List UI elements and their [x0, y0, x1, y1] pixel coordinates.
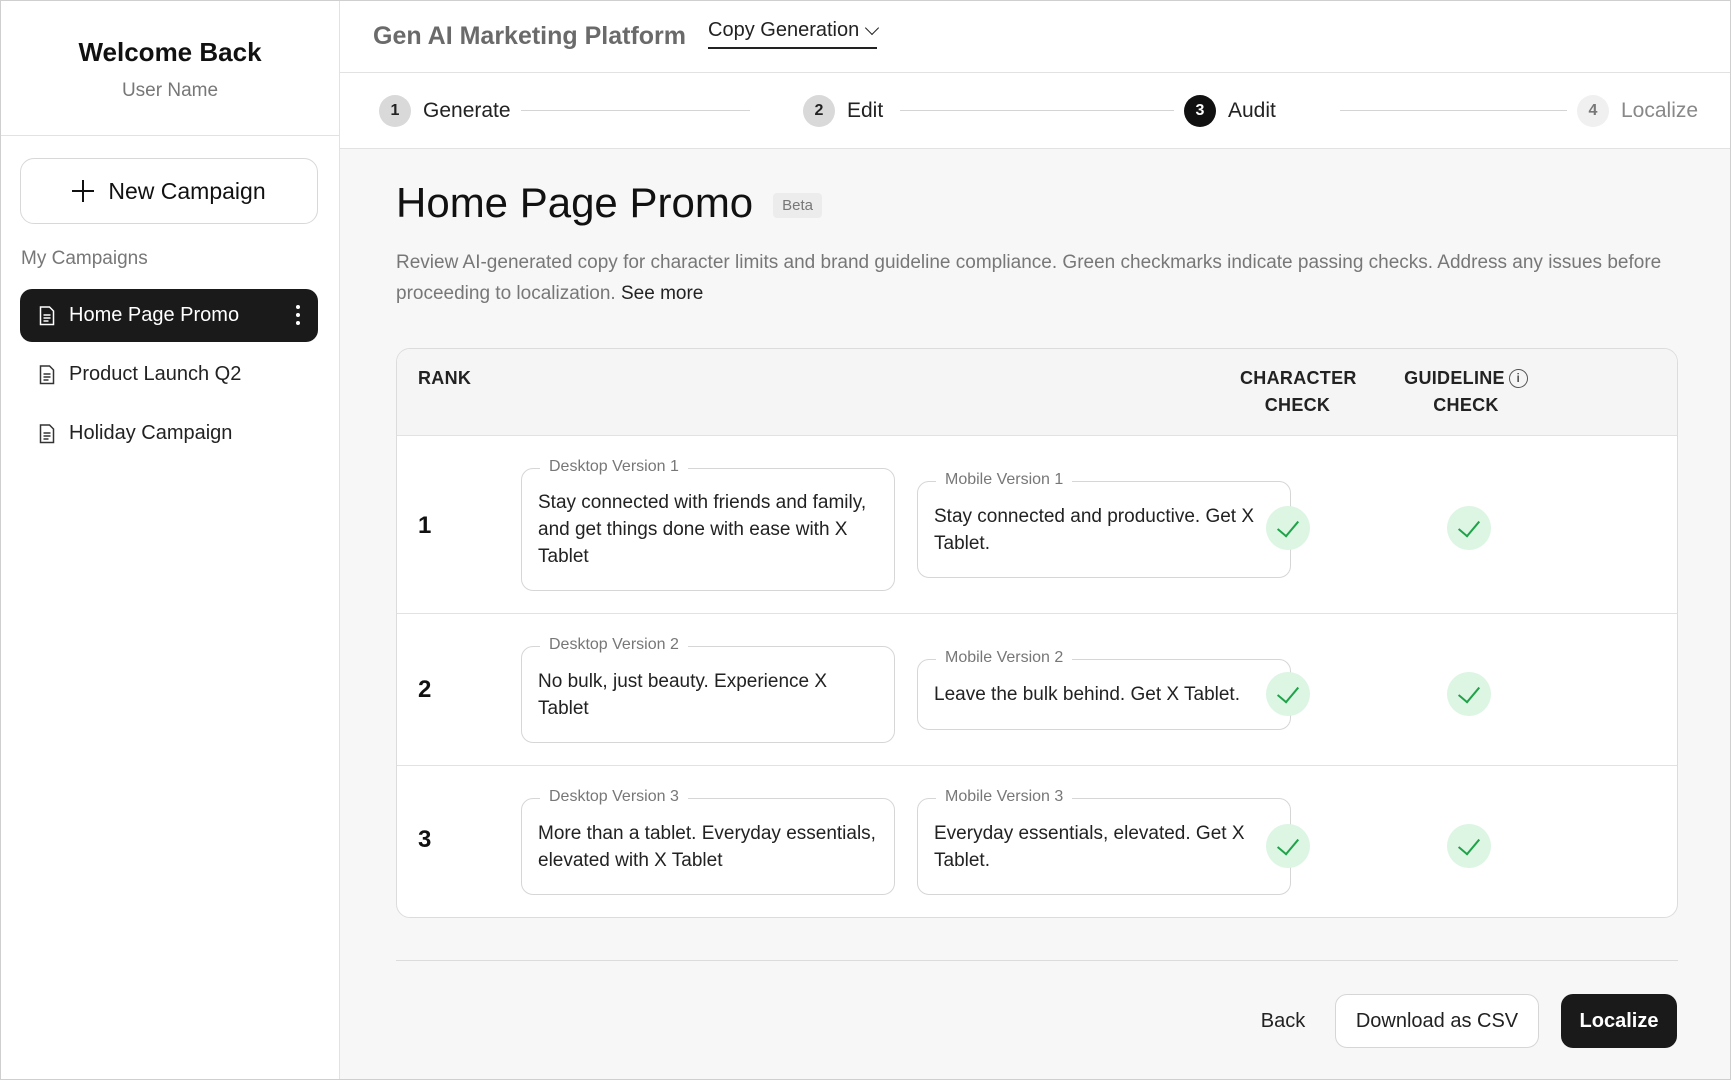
app-window: Welcome Back User Name New Campaign My C… [0, 0, 1731, 1080]
step-generate[interactable]: 1 Generate [369, 93, 521, 129]
step-edit[interactable]: 2 Edit [793, 93, 894, 129]
new-campaign-label: New Campaign [108, 177, 266, 204]
table-row: 3 Desktop Version 3 More than a tablet. … [397, 766, 1677, 917]
field-text: Stay connected with friends and family, … [538, 492, 867, 567]
guideline-check-pass-icon [1447, 824, 1491, 868]
document-icon [39, 364, 55, 385]
campaigns-section-label: My Campaigns [21, 248, 148, 269]
header-text: CHARACTER [1240, 368, 1357, 388]
character-check-pass-icon [1266, 672, 1310, 716]
field-label: Mobile Version 1 [936, 469, 1073, 491]
sidebar: Welcome Back User Name New Campaign My C… [1, 1, 340, 1079]
field-label: Desktop Version 3 [540, 786, 688, 808]
campaign-item-label: Home Page Promo [69, 304, 240, 326]
row-rank: 3 [418, 826, 432, 853]
mode-dropdown-value: Copy Generation [708, 18, 860, 41]
campaign-item-label: Product Launch Q2 [69, 363, 242, 385]
step-label: Edit [847, 99, 884, 122]
field-label: Desktop Version 1 [540, 456, 688, 478]
step-connector [900, 110, 1190, 111]
info-icon[interactable]: i [1508, 369, 1528, 388]
step-number: 3 [1184, 95, 1216, 127]
workflow-stepper: 1 Generate 2 Edit 3 Audit 4 Localize [340, 73, 1730, 149]
table-header: RANK CHARACTER CHECK GUIDELINE i CHECK [397, 349, 1677, 436]
field-text: Leave the bulk behind. Get X Tablet. [934, 684, 1240, 705]
field-text: Stay connected and productive. Get X Tab… [934, 505, 1255, 554]
guideline-check-pass-icon [1447, 672, 1491, 716]
main-panel: Gen AI Marketing Platform Copy Generatio… [340, 1, 1730, 1079]
user-name: User Name [121, 80, 219, 101]
step-label: Generate [423, 99, 511, 122]
beta-badge: Beta [773, 192, 823, 218]
welcome-title: Welcome Back [78, 37, 262, 67]
header-guideline-check: GUIDELINE i CHECK [1401, 365, 1531, 419]
mobile-copy-field[interactable]: Mobile Version 3 Everyday essentials, el… [917, 786, 1291, 895]
page-title: Home Page Promo [396, 179, 754, 226]
document-icon [39, 423, 55, 444]
header-text: CHECK [1433, 395, 1499, 415]
desktop-copy-field[interactable]: Desktop Version 2 No bulk, just beauty. … [521, 634, 895, 743]
platform-title: Gen AI Marketing Platform [373, 22, 687, 50]
new-campaign-button[interactable]: New Campaign [20, 158, 318, 224]
download-csv-button[interactable]: Download as CSV [1335, 994, 1539, 1048]
row-rank: 2 [418, 676, 432, 703]
character-check-pass-icon [1266, 506, 1310, 550]
field-label: Mobile Version 2 [936, 647, 1073, 669]
chevron-down-icon [865, 20, 880, 35]
step-number: 4 [1577, 95, 1609, 127]
document-icon [39, 305, 55, 326]
step-number: 1 [379, 95, 411, 127]
back-button[interactable]: Back [1233, 994, 1333, 1048]
field-label: Mobile Version 3 [936, 786, 1073, 808]
character-check-pass-icon [1266, 824, 1310, 868]
table-row: 1 Desktop Version 1 Stay connected with … [397, 436, 1677, 614]
field-text: More than a tablet. Everyday essentials,… [538, 822, 876, 871]
page-header: Home Page Promo Beta Review AI-generated… [396, 179, 1678, 309]
description-text: Review AI-generated copy for character l… [396, 252, 1662, 304]
step-connector [510, 110, 750, 111]
campaign-list: Home Page Promo Product Launch Q2 Holida… [20, 289, 318, 466]
header-rank: RANK [418, 368, 472, 388]
step-audit[interactable]: 3 Audit [1174, 93, 1286, 129]
step-label: Localize [1621, 99, 1699, 122]
campaign-item-product-launch-q2[interactable]: Product Launch Q2 [20, 348, 318, 401]
mode-dropdown[interactable]: Copy Generation [708, 18, 880, 49]
campaign-item-home-page-promo[interactable]: Home Page Promo [20, 289, 318, 342]
page-description: Review AI-generated copy for character l… [396, 247, 1678, 309]
page-title-row: Home Page Promo Beta [396, 179, 1678, 227]
header-text: GUIDELINE [1404, 368, 1505, 388]
see-more-link[interactable]: See more [621, 283, 703, 304]
table-row: 2 Desktop Version 2 No bulk, just beauty… [397, 614, 1677, 766]
step-number: 2 [803, 95, 835, 127]
footer-divider [396, 960, 1678, 961]
top-bar: Gen AI Marketing Platform Copy Generatio… [340, 1, 1730, 73]
step-label: Audit [1228, 99, 1276, 122]
plus-icon [72, 180, 95, 202]
campaign-item-holiday-campaign[interactable]: Holiday Campaign [20, 407, 318, 460]
campaign-item-label: Holiday Campaign [69, 422, 233, 444]
field-text: Everyday essentials, elevated. Get X Tab… [934, 822, 1245, 871]
localize-button[interactable]: Localize [1561, 994, 1677, 1048]
step-localize[interactable]: 4 Localize [1567, 93, 1709, 129]
desktop-copy-field[interactable]: Desktop Version 1 Stay connected with fr… [521, 456, 895, 591]
desktop-copy-field[interactable]: Desktop Version 3 More than a tablet. Ev… [521, 786, 895, 895]
guideline-check-pass-icon [1447, 506, 1491, 550]
field-label: Desktop Version 2 [540, 634, 688, 656]
header-text: CHECK [1264, 395, 1331, 415]
mobile-copy-field[interactable]: Mobile Version 1 Stay connected and prod… [917, 469, 1291, 578]
welcome-panel: Welcome Back User Name [1, 1, 339, 136]
header-character-check: CHARACTER CHECK [1240, 365, 1357, 419]
audit-table: RANK CHARACTER CHECK GUIDELINE i CHECK 1 … [396, 348, 1678, 918]
mobile-copy-field[interactable]: Mobile Version 2 Leave the bulk behind. … [917, 647, 1291, 730]
more-options-icon[interactable] [296, 305, 300, 325]
field-text: No bulk, just beauty. Experience X Table… [538, 670, 828, 719]
row-rank: 1 [418, 512, 432, 539]
